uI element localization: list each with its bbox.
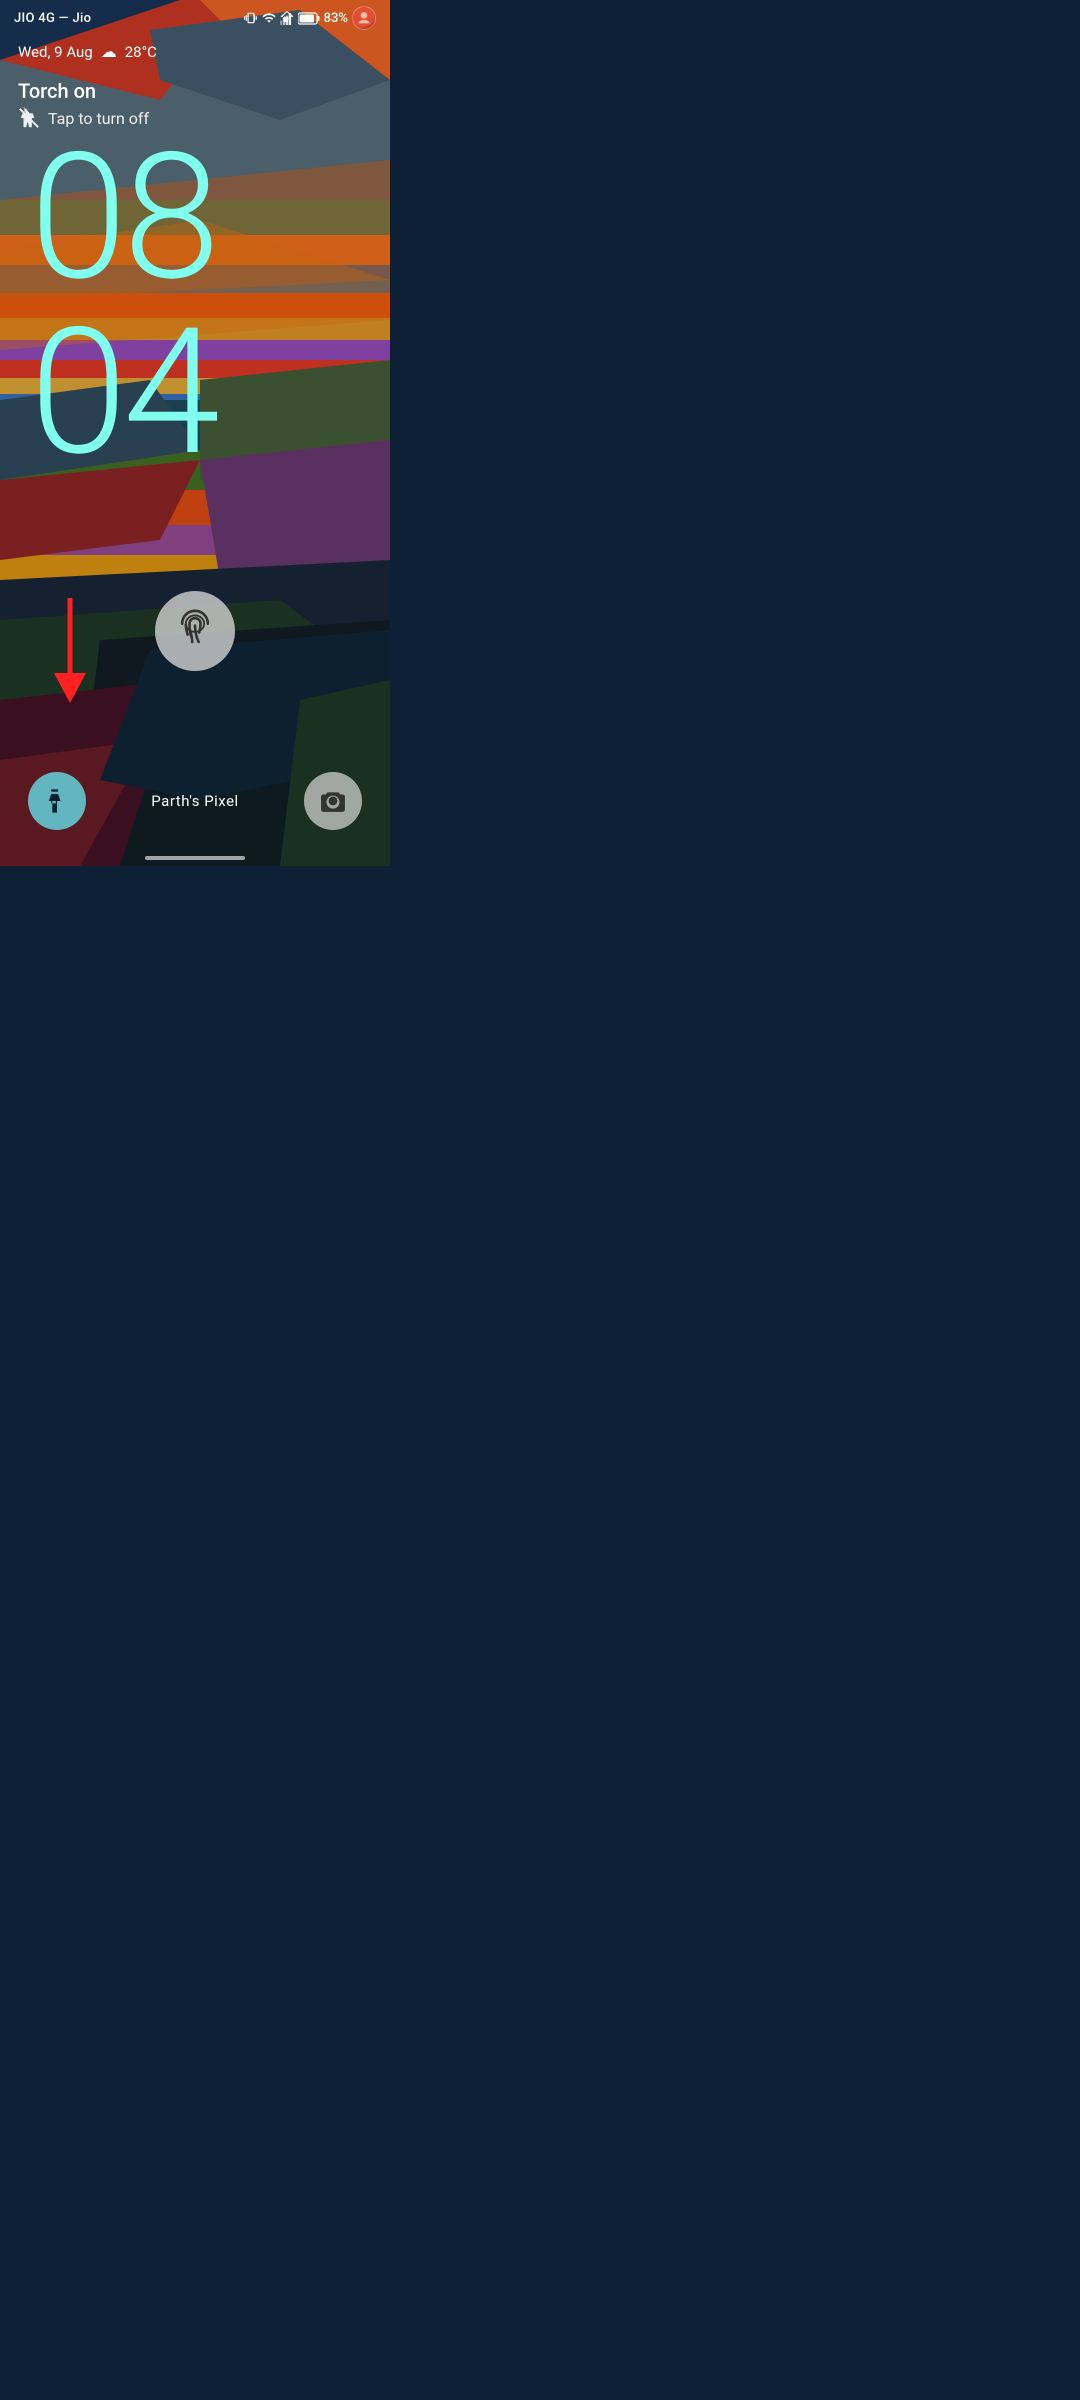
date-label: Wed, 9 Aug [18, 43, 93, 61]
camera-icon [320, 788, 346, 814]
clock-hours: 08 [30, 130, 390, 305]
bottom-bar: Parth's Pixel [0, 756, 390, 866]
weather-icon: ☁ [101, 42, 117, 61]
fingerprint-icon [173, 609, 217, 653]
battery-percent: 83% [324, 11, 348, 26]
home-indicator[interactable] [145, 856, 245, 860]
torch-title: Torch on [18, 79, 157, 103]
signal-icon [280, 11, 294, 25]
carrier-label: JIO 4G — Jio [14, 11, 91, 26]
avatar [352, 6, 376, 30]
red-arrow-annotation [40, 598, 100, 718]
clock-minutes: 04 [30, 305, 390, 480]
status-icons: 83% [244, 6, 376, 30]
camera-button[interactable] [304, 772, 362, 830]
status-bar: JIO 4G — Jio 83% [0, 0, 390, 36]
date-weather-widget: Wed, 9 Aug ☁ 28°C [18, 42, 157, 61]
fingerprint-button[interactable] [155, 591, 235, 671]
device-name-label: Parth's Pixel [151, 792, 238, 810]
temperature-label: 28°C [125, 43, 157, 61]
clock-display: 08 04 [0, 130, 390, 480]
battery-icon [298, 12, 320, 25]
torch-on-icon [43, 787, 71, 815]
vibrate-icon [244, 11, 258, 25]
torch-button[interactable] [28, 772, 86, 830]
wifi-icon [262, 11, 276, 25]
